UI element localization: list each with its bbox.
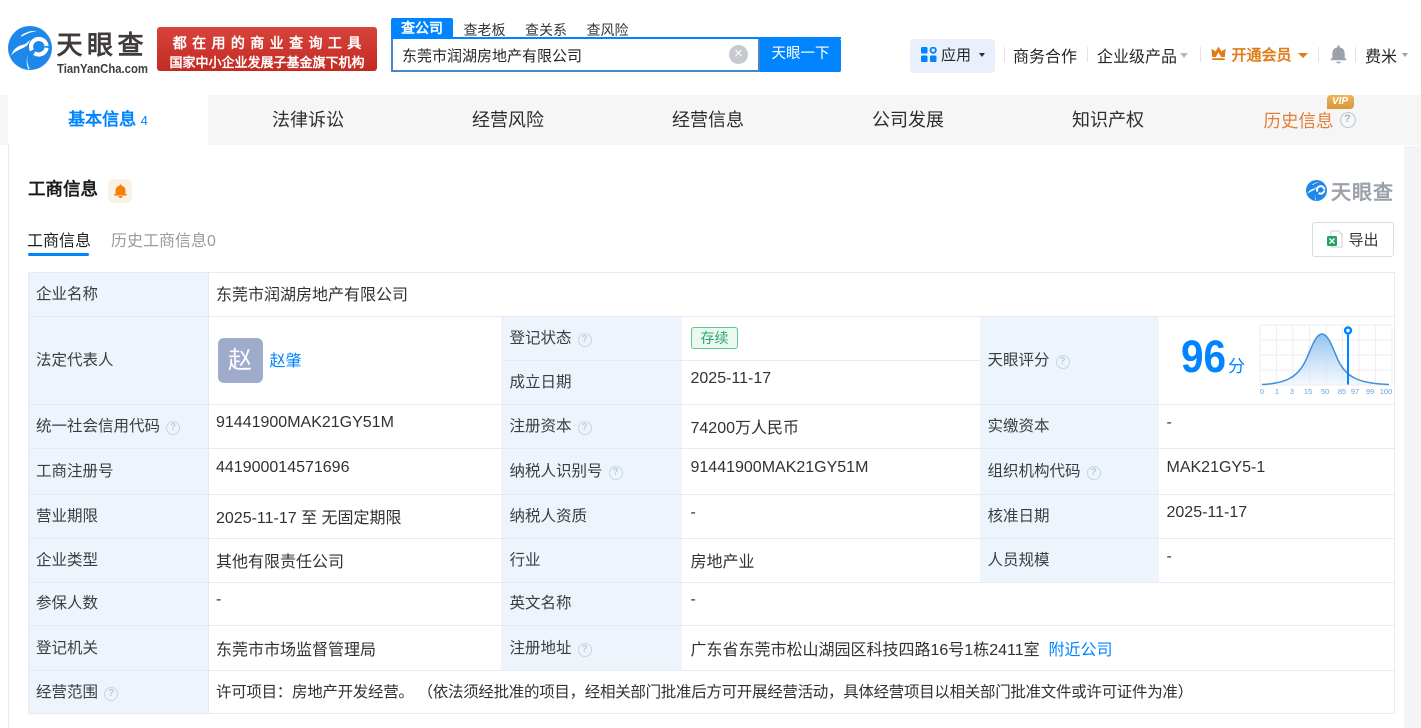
svg-text:15: 15 bbox=[1304, 387, 1312, 396]
svg-text:99: 99 bbox=[1366, 387, 1374, 396]
svg-text:97: 97 bbox=[1351, 387, 1359, 396]
svg-text:1: 1 bbox=[1275, 387, 1279, 396]
svg-text:50: 50 bbox=[1321, 387, 1329, 396]
svg-text:3: 3 bbox=[1290, 387, 1294, 396]
svg-text:0: 0 bbox=[1260, 387, 1264, 396]
svg-text:85: 85 bbox=[1338, 387, 1346, 396]
svg-text:100: 100 bbox=[1380, 387, 1393, 396]
